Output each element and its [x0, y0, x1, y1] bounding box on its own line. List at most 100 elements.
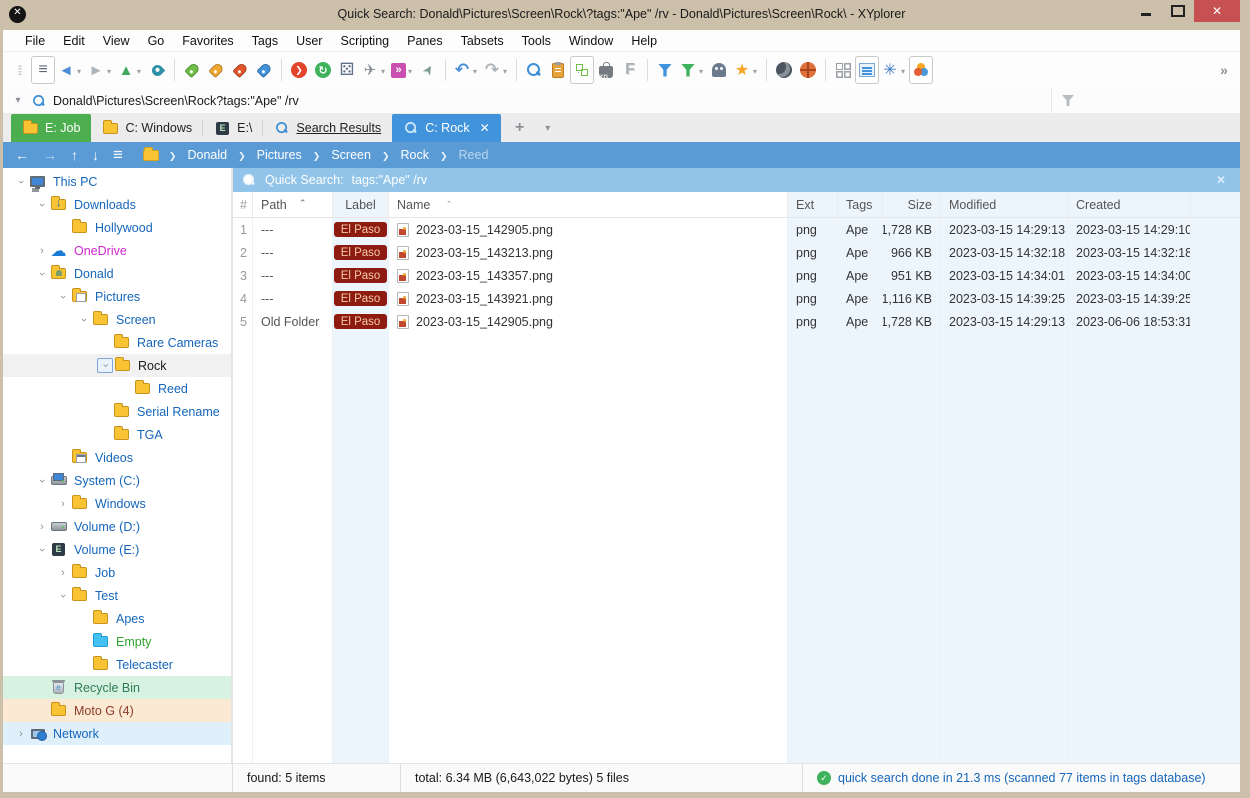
chevron-right-icon[interactable]	[34, 521, 50, 533]
tree-item-videos[interactable]: Videos	[3, 446, 231, 469]
breadcrumb-screen[interactable]: Screen	[322, 148, 380, 162]
tree-item-telecaster[interactable]: Telecaster	[3, 653, 231, 676]
crumb-back-icon[interactable]: ←	[15, 147, 29, 163]
send-button[interactable]	[359, 56, 389, 84]
table-row[interactable]: 1 --- El Paso 2023-03-15_142905.png png …	[233, 218, 1240, 241]
redo-button[interactable]	[481, 56, 511, 84]
tag-red-button[interactable]	[228, 56, 252, 84]
new-tab-button[interactable]	[511, 119, 529, 137]
tree-item-test[interactable]: Test	[3, 584, 231, 607]
color-filters-button[interactable]	[909, 56, 933, 84]
tree-item-system-c[interactable]: System (C:)	[3, 469, 231, 492]
weight-button[interactable]	[594, 56, 618, 84]
crumb-up-icon[interactable]: ↑	[71, 147, 78, 163]
breadcrumb-rock[interactable]: Rock	[392, 148, 438, 162]
tree-item-downloads[interactable]: Downloads	[3, 193, 231, 216]
folder-icon[interactable]	[143, 150, 159, 161]
menu-edit[interactable]: Edit	[55, 32, 93, 50]
tree-item-moto-g[interactable]: Moto G (4)	[3, 699, 231, 722]
tab-close-icon[interactable]	[480, 121, 490, 135]
menu-tags[interactable]: Tags	[244, 32, 286, 50]
basketball-button[interactable]	[796, 56, 820, 84]
search-button[interactable]	[522, 56, 546, 84]
tree-item-pictures[interactable]: Pictures	[3, 285, 231, 308]
dice-button[interactable]	[335, 56, 359, 84]
badge-button[interactable]	[879, 56, 909, 84]
chevron-down-icon[interactable]	[34, 199, 50, 211]
column-header-modified[interactable]: Modified	[941, 192, 1068, 217]
tab-search-results[interactable]: Search Results	[263, 114, 392, 142]
chevron-right-icon[interactable]	[55, 567, 71, 579]
menu-window[interactable]: Window	[561, 32, 621, 50]
undo-button[interactable]	[451, 56, 481, 84]
panes-layout-button[interactable]	[831, 56, 855, 84]
mirror-button[interactable]	[287, 56, 311, 84]
tree-item-recycle-bin[interactable]: Recycle Bin	[3, 676, 231, 699]
tab-e-drive[interactable]: E:\	[203, 114, 263, 142]
tree-item-rock-selected[interactable]: Rock	[3, 354, 231, 377]
menu-tabsets[interactable]: Tabsets	[453, 32, 512, 50]
compass-button[interactable]	[416, 56, 440, 84]
chevron-down-icon[interactable]	[55, 590, 71, 602]
tree-item-tga[interactable]: TGA	[3, 423, 231, 446]
breadcrumb-pictures[interactable]: Pictures	[248, 148, 311, 162]
tree-item-network[interactable]: Network	[3, 722, 231, 745]
menu-help[interactable]: Help	[623, 32, 665, 50]
back-dropdown[interactable]	[75, 63, 83, 77]
back-button[interactable]	[55, 56, 85, 84]
menu-go[interactable]: Go	[140, 32, 173, 50]
power-pack-dropdown[interactable]	[406, 63, 414, 77]
tree-item-serial-rename[interactable]: Serial Rename	[3, 400, 231, 423]
chevron-down-icon[interactable]	[76, 314, 92, 326]
forward-button[interactable]	[85, 56, 115, 84]
breadcrumb-donald[interactable]: Donald	[178, 148, 236, 162]
chevron-right-icon[interactable]	[13, 728, 29, 740]
favorites-button[interactable]	[731, 56, 761, 84]
crumb-forward-icon[interactable]: →	[43, 147, 57, 163]
details-view-button[interactable]	[855, 56, 879, 84]
main-menu-button[interactable]	[31, 56, 55, 84]
tab-c-rock-active[interactable]: C: Rock	[392, 114, 501, 142]
menu-scripting[interactable]: Scripting	[332, 32, 397, 50]
chevron-right-icon[interactable]	[55, 498, 71, 510]
filter-blue-button[interactable]	[653, 56, 677, 84]
column-header-tags[interactable]: Tags	[838, 192, 883, 217]
up-dropdown[interactable]	[135, 63, 143, 77]
column-header-label[interactable]: Label	[333, 192, 389, 217]
table-row[interactable]: 3 --- El Paso 2023-03-15_143357.png png …	[233, 264, 1240, 287]
chevron-down-icon[interactable]	[34, 475, 50, 487]
tree-item-volume-d[interactable]: Volume (D:)	[3, 515, 231, 538]
address-dropdown[interactable]	[9, 92, 27, 110]
go-to-button[interactable]	[145, 56, 169, 84]
column-header-path[interactable]: Pathˆ	[253, 192, 333, 217]
crumb-menu-icon[interactable]	[113, 145, 123, 165]
menu-file[interactable]: File	[17, 32, 53, 50]
table-row[interactable]: 4 --- El Paso 2023-03-15_143921.png png …	[233, 287, 1240, 310]
badge-dropdown[interactable]	[899, 63, 907, 77]
forward-dropdown[interactable]	[105, 63, 113, 77]
favorites-dropdown[interactable]	[751, 63, 759, 77]
tag-orange-button[interactable]	[204, 56, 228, 84]
undo-dropdown[interactable]	[471, 63, 479, 77]
toolbar-overflow-button[interactable]	[1212, 56, 1236, 84]
visual-filter-icon[interactable]	[1062, 95, 1074, 106]
column-header-size[interactable]: Size	[883, 192, 941, 217]
filter-green-button[interactable]	[677, 56, 707, 84]
menu-user[interactable]: User	[288, 32, 330, 50]
tree-item-volume-e[interactable]: Volume (E:)	[3, 538, 231, 561]
crumb-down-icon[interactable]: ↓	[92, 147, 99, 163]
menu-tools[interactable]: Tools	[514, 32, 559, 50]
tab-list-dropdown[interactable]	[539, 119, 557, 137]
redo-dropdown[interactable]	[501, 63, 509, 77]
tree-item-onedrive[interactable]: OneDrive	[3, 239, 231, 262]
tree-item-screen[interactable]: Screen	[3, 308, 231, 331]
tree-item-windows[interactable]: Windows	[3, 492, 231, 515]
tree-item-apes[interactable]: Apes	[3, 607, 231, 630]
up-button[interactable]	[115, 56, 145, 84]
tree-item-rare-cameras[interactable]: Rare Cameras	[3, 331, 231, 354]
minimize-button[interactable]	[1130, 0, 1162, 22]
column-header-ext[interactable]: Ext	[788, 192, 838, 217]
chevron-down-icon[interactable]	[34, 268, 50, 280]
breadcrumb-reed[interactable]: Reed	[450, 148, 498, 162]
menu-favorites[interactable]: Favorites	[174, 32, 241, 50]
